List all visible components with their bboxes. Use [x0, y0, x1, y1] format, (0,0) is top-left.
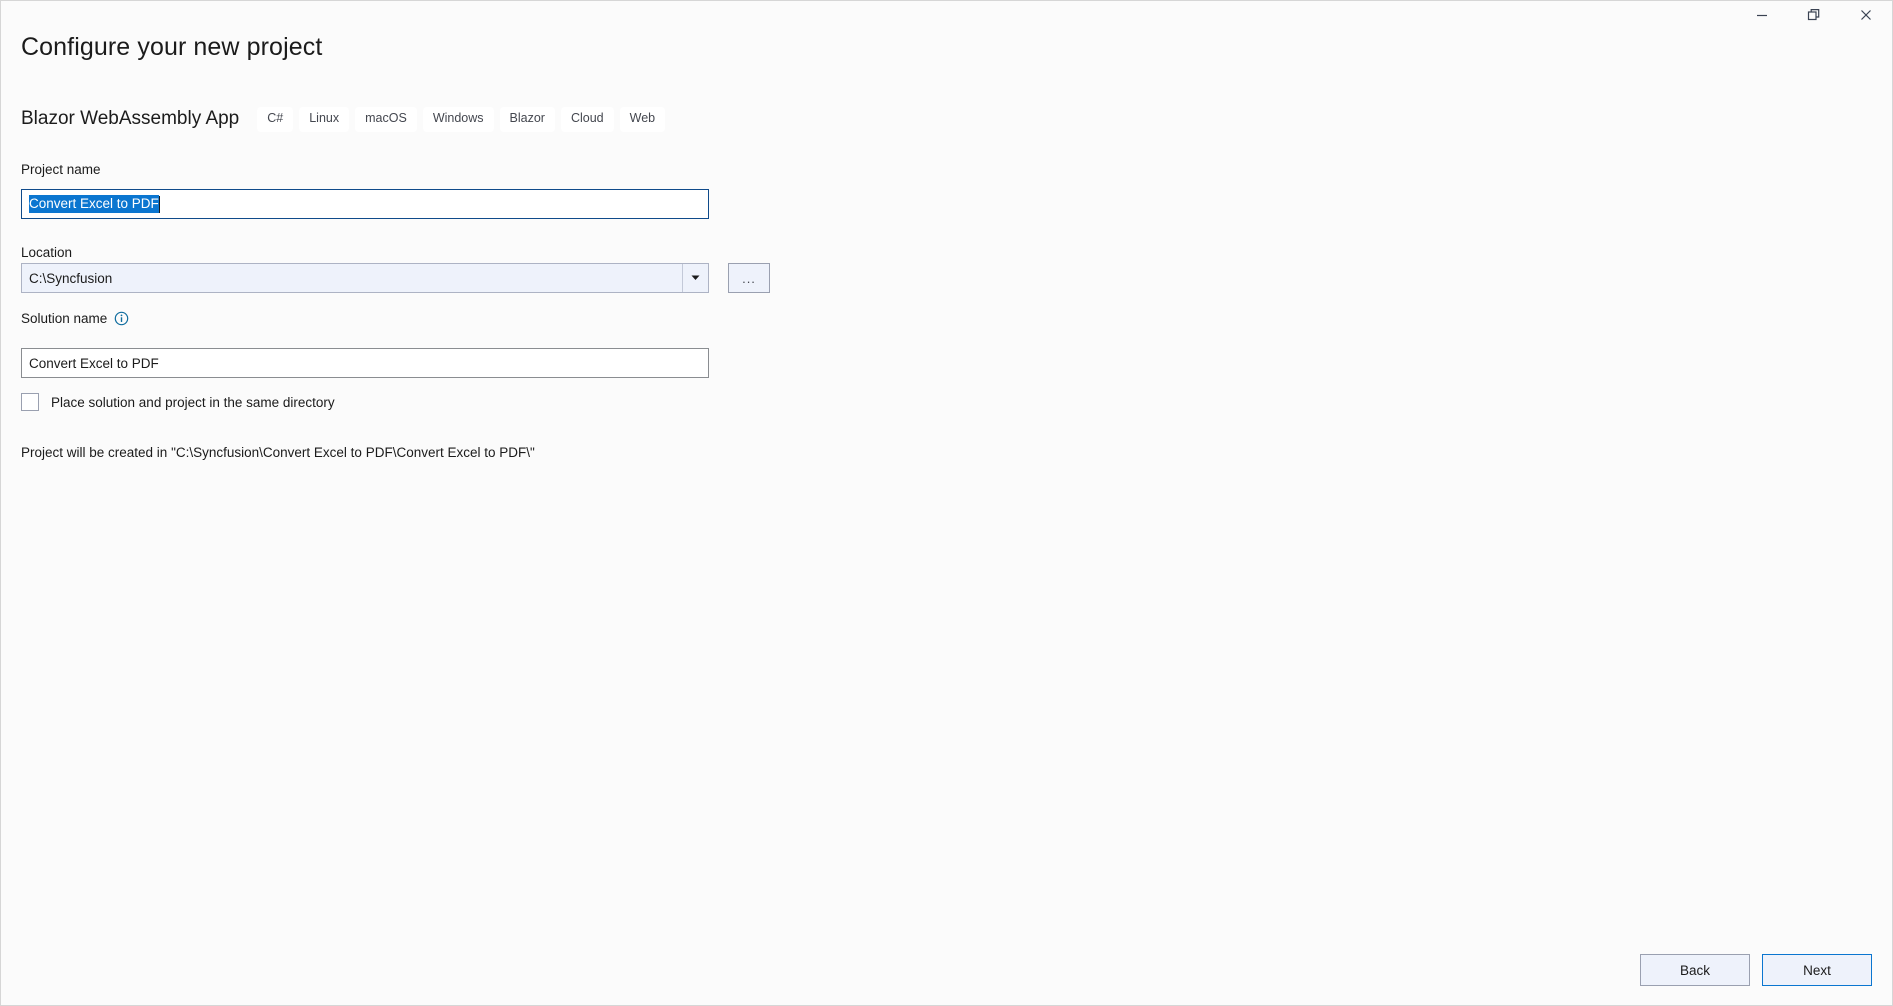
solution-name-label: Solution name	[21, 311, 108, 326]
template-summary: Blazor WebAssembly App C# Linux macOS Wi…	[21, 107, 671, 132]
template-name: Blazor WebAssembly App	[21, 108, 240, 130]
location-value: C:\Syncfusion	[29, 270, 113, 286]
solution-name-label-group: Solution name	[21, 311, 129, 326]
tag-pill-linux: Linux	[299, 107, 350, 132]
window-titlebar	[1, 1, 1892, 29]
restore-button[interactable]	[1788, 1, 1840, 29]
minimize-button[interactable]	[1736, 1, 1788, 29]
minimize-icon	[1755, 8, 1769, 22]
location-label: Location	[21, 245, 73, 260]
same-directory-label: Place solution and project in the same d…	[51, 394, 335, 410]
tag-pill-windows: Windows	[422, 107, 494, 132]
info-circle-icon[interactable]	[114, 311, 129, 326]
text-caret	[158, 195, 160, 213]
tag-pill-cloud: Cloud	[560, 107, 614, 132]
project-name-label: Project name	[21, 162, 101, 177]
back-button[interactable]: Back	[1640, 954, 1750, 986]
same-directory-checkbox-row[interactable]: Place solution and project in the same d…	[21, 393, 335, 411]
project-created-path-text: Project will be created in "C:\Syncfusio…	[21, 445, 535, 460]
close-icon	[1859, 8, 1873, 22]
same-directory-checkbox[interactable]	[21, 393, 39, 411]
restore-icon	[1807, 8, 1821, 22]
tag-pill-macos: macOS	[355, 107, 417, 132]
solution-name-value: Convert Excel to PDF	[29, 355, 159, 371]
close-button[interactable]	[1840, 1, 1892, 29]
next-button[interactable]: Next	[1762, 954, 1872, 986]
chevron-down-icon	[690, 271, 701, 286]
page-title: Configure your new project	[21, 33, 323, 61]
project-name-value: Convert Excel to PDF	[29, 195, 159, 213]
dialog-footer: Back Next	[1, 935, 1892, 1005]
project-name-input[interactable]: Convert Excel to PDF	[21, 189, 709, 219]
location-combobox[interactable]: C:\Syncfusion	[21, 263, 709, 293]
tag-pill-csharp: C#	[257, 107, 294, 132]
location-dropdown-button[interactable]	[682, 264, 708, 292]
browse-location-button[interactable]: ...	[728, 263, 770, 293]
tag-pill-blazor: Blazor	[499, 107, 555, 132]
tag-pill-web: Web	[619, 107, 666, 132]
solution-name-input[interactable]: Convert Excel to PDF	[21, 348, 709, 378]
